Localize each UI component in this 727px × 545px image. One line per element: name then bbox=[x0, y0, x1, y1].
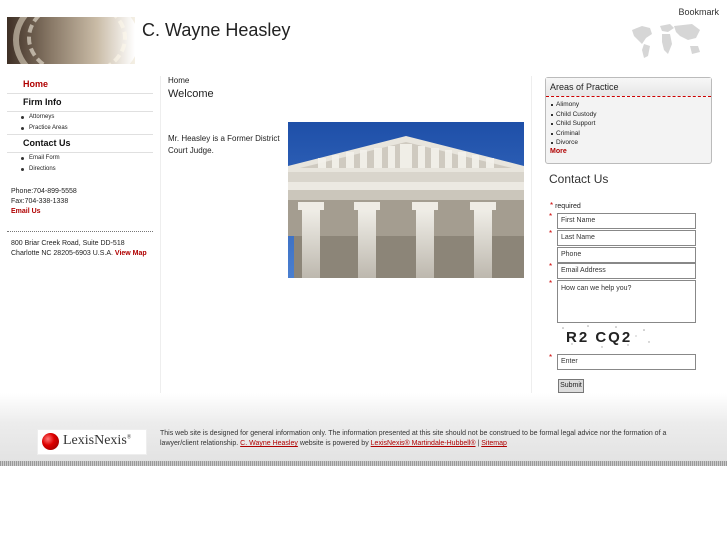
header-dome-image bbox=[7, 17, 135, 64]
breadcrumb: Home bbox=[168, 76, 190, 85]
nav-email-form-label: Email Form bbox=[29, 155, 60, 161]
nav-practice-areas[interactable]: Practice Areas bbox=[7, 123, 153, 134]
contact-info: Phone:704-899-5558 Fax:704-338-1338 Emai… bbox=[11, 187, 77, 217]
phone-text: Phone:704-899-5558 bbox=[11, 188, 77, 195]
practice-area-item[interactable]: Child Support bbox=[546, 119, 711, 129]
nav-attorneys[interactable]: Attorneys bbox=[7, 112, 153, 123]
contact-form-heading: Contact Us bbox=[549, 172, 609, 186]
phone-field[interactable] bbox=[557, 247, 696, 263]
bio-text: Mr. Heasley is a Former District Court J… bbox=[168, 134, 280, 155]
bullet-icon bbox=[21, 127, 24, 130]
nav-attorneys-label: Attorneys bbox=[29, 114, 55, 120]
required-star: * bbox=[549, 212, 553, 221]
bullet-icon bbox=[21, 116, 24, 119]
view-map-link[interactable]: View Map bbox=[115, 250, 147, 257]
address-line2: Charlotte NC 28205-6903 U.S.A. bbox=[11, 250, 113, 257]
world-map-icon bbox=[632, 24, 700, 58]
nav-home[interactable]: Home bbox=[7, 76, 153, 94]
practice-area-item[interactable]: Alimony bbox=[546, 100, 711, 110]
practice-area-item[interactable]: Criminal bbox=[546, 129, 711, 139]
fax-text: Fax:704-338-1338 bbox=[11, 198, 69, 205]
captcha-input[interactable] bbox=[557, 354, 696, 370]
page-title: Welcome bbox=[168, 88, 214, 100]
required-star: * bbox=[549, 279, 553, 288]
required-star: * bbox=[549, 353, 553, 362]
left-nav: Home Firm Info Attorneys Practice Areas … bbox=[7, 76, 153, 175]
nav-contact-us[interactable]: Contact Us bbox=[7, 134, 153, 153]
areas-of-practice-list: Alimony Child Custody Child Support Crim… bbox=[546, 100, 711, 148]
bookmark-link[interactable]: Bookmark bbox=[678, 7, 719, 17]
submit-button[interactable]: Submit bbox=[558, 379, 584, 393]
logo-registered-mark: ® bbox=[126, 434, 132, 441]
nav-practice-areas-label: Practice Areas bbox=[29, 125, 68, 131]
practice-area-item[interactable]: Divorce bbox=[546, 138, 711, 148]
logo-wordmark: LexisNexis bbox=[63, 433, 127, 448]
footer-disclaimer: This web site is designed for general in… bbox=[160, 429, 705, 449]
first-name-field[interactable] bbox=[557, 213, 696, 229]
required-star: * bbox=[549, 262, 553, 271]
lexisnexis-logo[interactable]: LexisNexis® bbox=[37, 429, 147, 455]
areas-of-practice-box: Areas of Practice Alimony Child Custody … bbox=[545, 77, 712, 164]
nav-directions-label: Directions bbox=[29, 166, 56, 172]
required-note: * required bbox=[550, 201, 581, 210]
logo-text: LexisNexis® bbox=[63, 433, 131, 449]
divider bbox=[7, 231, 153, 232]
required-star: * bbox=[549, 229, 553, 238]
more-link[interactable]: More bbox=[550, 148, 567, 155]
column-divider bbox=[160, 76, 161, 396]
captcha-text: R2 CQ2 bbox=[566, 329, 632, 346]
email-field[interactable] bbox=[557, 263, 696, 279]
message-field[interactable]: How can we help you? bbox=[557, 280, 696, 323]
required-star: * bbox=[550, 201, 554, 210]
lexisnexis-link[interactable]: LexisNexis® Martindale-Hubbell® bbox=[371, 440, 476, 447]
required-label: required bbox=[555, 203, 581, 210]
nav-email-form[interactable]: Email Form bbox=[7, 153, 153, 164]
site-title[interactable]: C. Wayne Heasley bbox=[142, 20, 290, 41]
areas-of-practice-title: Areas of Practice bbox=[546, 78, 711, 97]
powered-by-text: website is powered by bbox=[299, 440, 369, 447]
footer-stripe bbox=[0, 461, 727, 466]
sitemap-link[interactable]: Sitemap bbox=[481, 440, 507, 447]
separator: | bbox=[477, 440, 480, 447]
courthouse-image bbox=[288, 122, 524, 278]
last-name-field[interactable] bbox=[557, 230, 696, 246]
site-link[interactable]: C. Wayne Heasley bbox=[240, 440, 298, 447]
dome-inner-ring bbox=[27, 17, 127, 64]
column-divider bbox=[531, 76, 532, 396]
address-line1: 800 Briar Creek Road, Suite DD-518 bbox=[11, 240, 125, 247]
bullet-icon bbox=[21, 157, 24, 160]
bullet-icon bbox=[21, 168, 24, 171]
logo-sphere-icon bbox=[42, 433, 59, 450]
practice-area-item[interactable]: Child Custody bbox=[546, 110, 711, 120]
address: 800 Briar Creek Road, Suite DD-518 Charl… bbox=[11, 239, 147, 259]
nav-directions[interactable]: Directions bbox=[7, 164, 153, 175]
captcha-image: R2 CQ2 bbox=[562, 325, 650, 348]
email-us-link[interactable]: Email Us bbox=[11, 208, 41, 215]
nav-firm-info[interactable]: Firm Info bbox=[7, 94, 153, 112]
